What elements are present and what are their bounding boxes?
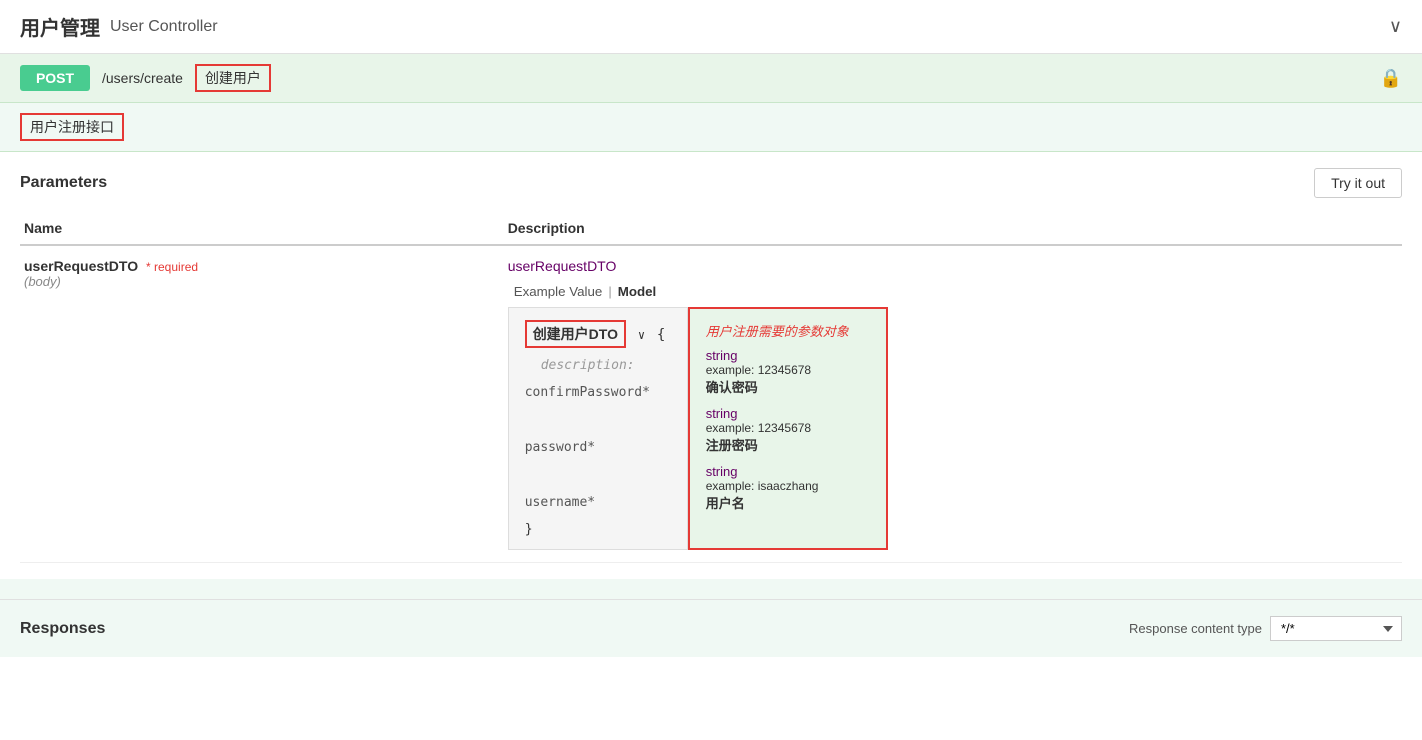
model-class-line: 创建用户DTO ∨ {	[525, 320, 671, 354]
field-username: username*	[525, 495, 671, 510]
description-label-text: description:	[541, 358, 635, 373]
param-description-title: userRequestDTO	[508, 258, 1398, 274]
endpoint-path: /users/create	[102, 70, 183, 86]
parameters-section: Parameters Try it out Name Description u…	[0, 152, 1422, 579]
field-name-username: username*	[525, 495, 595, 510]
field-label-cn-confirmPassword: 确认密码	[706, 377, 870, 396]
param-name-wrapper: userRequestDTO * required	[24, 258, 500, 274]
response-content-type-wrapper: Response content type */* application/js…	[1129, 616, 1402, 641]
lock-icon: 🔒	[1380, 68, 1402, 89]
field-entry-confirmPassword: string example: 12345678 确认密码	[706, 348, 870, 396]
responses-section: Responses Response content type */* appl…	[0, 599, 1422, 657]
model-class-name: 创建用户DTO	[525, 320, 626, 348]
field-example-username: example: isaaczhang	[706, 479, 870, 493]
model-schema-left: 创建用户DTO ∨ { description:	[508, 307, 688, 550]
endpoint-row: POST /users/create 创建用户 🔒	[0, 54, 1422, 103]
parameters-header: Parameters Try it out	[20, 168, 1402, 198]
model-schema-right: 用户注册需要的参数对象 string example: 12345678 确认密…	[688, 307, 888, 550]
param-body: (body)	[24, 274, 500, 289]
param-name-cell: userRequestDTO * required (body)	[20, 245, 504, 563]
description-row: 用户注册接口	[0, 103, 1422, 152]
model-content: 创建用户DTO ∨ { description:	[508, 307, 1398, 550]
field-example-confirmPassword: example: 12345678	[706, 363, 870, 377]
header-title-cn: 用户管理	[20, 12, 100, 41]
field-label-cn-password: 注册密码	[706, 435, 870, 454]
field-example-password: example: 12345678	[706, 421, 870, 435]
model-description-label: description:	[541, 358, 671, 373]
response-content-type-label: Response content type	[1129, 621, 1262, 636]
model-description-value: 用户注册需要的参数对象	[706, 321, 870, 340]
method-badge: POST	[20, 65, 90, 91]
endpoint-label: 创建用户	[195, 64, 271, 92]
model-fields-left: confirmPassword* password* username*	[525, 385, 671, 510]
field-confirmPassword: confirmPassword*	[525, 385, 671, 400]
field-label-cn-username: 用户名	[706, 493, 870, 512]
table-row: userRequestDTO * required (body) userReq…	[20, 245, 1402, 563]
col-description-header: Description	[504, 212, 1402, 245]
field-name-password: password*	[525, 440, 595, 455]
param-required-text: required	[154, 260, 198, 274]
chevron-down-icon[interactable]: ∨	[1389, 16, 1402, 37]
parameters-table: Name Description userRequestDTO * requir…	[20, 212, 1402, 563]
api-description-badge: 用户注册接口	[20, 113, 124, 141]
header-left: 用户管理 User Controller	[20, 12, 218, 41]
param-name: userRequestDTO	[24, 258, 138, 274]
field-type-username: string	[706, 464, 870, 479]
main-content: POST /users/create 创建用户 🔒 用户注册接口 Paramet…	[0, 54, 1422, 657]
field-type-confirmPassword: string	[706, 348, 870, 363]
model-close-brace: }	[525, 522, 671, 537]
header: 用户管理 User Controller ∨	[0, 0, 1422, 54]
col-name-header: Name	[20, 212, 504, 245]
responses-title: Responses	[20, 620, 105, 638]
param-description-cell: userRequestDTO Example Value | Model	[504, 245, 1402, 563]
field-password: password*	[525, 440, 671, 455]
field-entry-password: string example: 12345678 注册密码	[706, 406, 870, 454]
field-type-password: string	[706, 406, 870, 421]
model-chevron-icon: ∨	[638, 328, 645, 342]
field-entry-username: string example: isaaczhang 用户名	[706, 464, 870, 512]
tab-model[interactable]: Model	[612, 282, 663, 301]
response-content-type-select[interactable]: */* application/json text/plain	[1270, 616, 1402, 641]
parameters-title: Parameters	[20, 174, 107, 192]
header-title-en: User Controller	[110, 18, 218, 36]
model-open-brace: {	[657, 327, 665, 343]
field-name-confirmPassword: confirmPassword*	[525, 385, 650, 400]
tab-example-value[interactable]: Example Value	[508, 282, 609, 301]
model-tabs: Example Value | Model	[508, 282, 1398, 301]
try-it-out-button[interactable]: Try it out	[1314, 168, 1402, 198]
param-required-star: *	[146, 260, 154, 274]
